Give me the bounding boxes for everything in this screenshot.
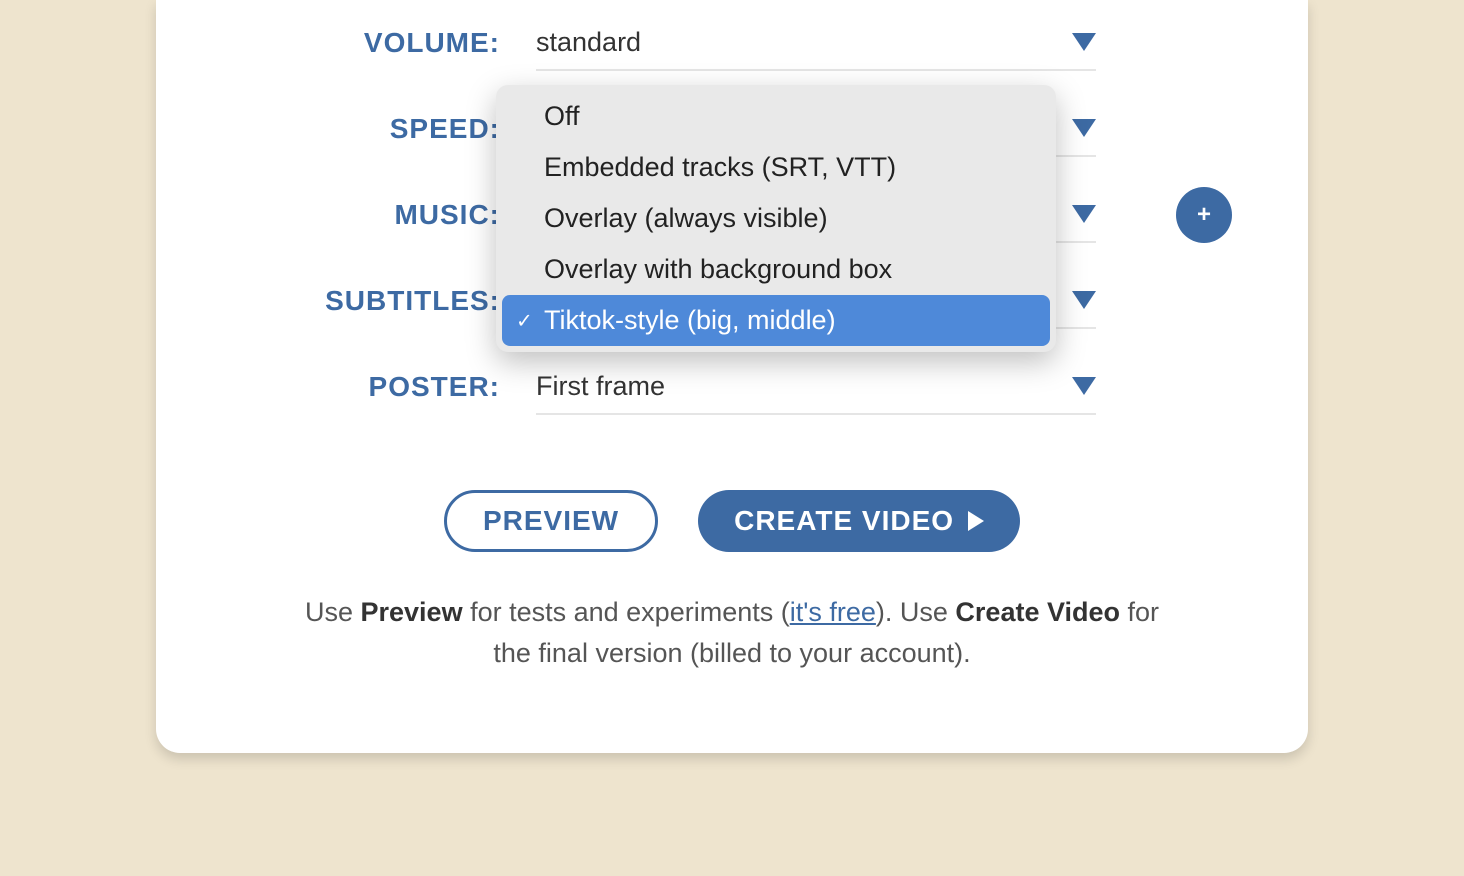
chevron-down-icon	[1072, 377, 1096, 395]
subtitles-label: SUBTITLES:	[216, 285, 536, 317]
plus-icon: +	[1197, 201, 1211, 229]
poster-value: First frame	[536, 371, 1072, 402]
volume-select[interactable]: standard	[536, 15, 1096, 71]
music-label: MUSIC:	[216, 199, 536, 231]
poster-select[interactable]: First frame	[536, 359, 1096, 415]
buttons-row: PREVIEW CREATE VIDEO	[216, 490, 1248, 552]
settings-card: VOLUME: standard SPEED: MUSIC: + SUBTITL…	[156, 0, 1308, 753]
subtitles-option-overlay[interactable]: Overlay (always visible)	[502, 193, 1050, 244]
speed-label: SPEED:	[216, 113, 536, 145]
hint-text: Use Preview for tests and experiments (i…	[216, 592, 1248, 673]
check-icon: ✓	[516, 308, 533, 333]
poster-label: POSTER:	[216, 371, 536, 403]
volume-label: VOLUME:	[216, 27, 536, 59]
preview-button[interactable]: PREVIEW	[444, 490, 658, 552]
subtitles-option-off[interactable]: Off	[502, 91, 1050, 142]
poster-row: POSTER: First frame	[216, 344, 1248, 430]
create-video-button[interactable]: CREATE VIDEO	[698, 490, 1020, 552]
chevron-down-icon	[1072, 291, 1096, 309]
chevron-down-icon	[1072, 205, 1096, 223]
chevron-down-icon	[1072, 119, 1096, 137]
chevron-down-icon	[1072, 33, 1096, 51]
add-music-button[interactable]: +	[1176, 187, 1232, 243]
volume-row: VOLUME: standard	[216, 0, 1248, 86]
subtitles-option-tiktok[interactable]: ✓ Tiktok-style (big, middle)	[502, 295, 1050, 346]
play-icon	[968, 511, 984, 531]
its-free-link[interactable]: it's free	[790, 597, 876, 627]
subtitles-dropdown: Off Embedded tracks (SRT, VTT) Overlay (…	[496, 85, 1056, 352]
volume-value: standard	[536, 27, 1072, 58]
subtitles-option-embedded[interactable]: Embedded tracks (SRT, VTT)	[502, 142, 1050, 193]
subtitles-option-overlay-box[interactable]: Overlay with background box	[502, 244, 1050, 295]
